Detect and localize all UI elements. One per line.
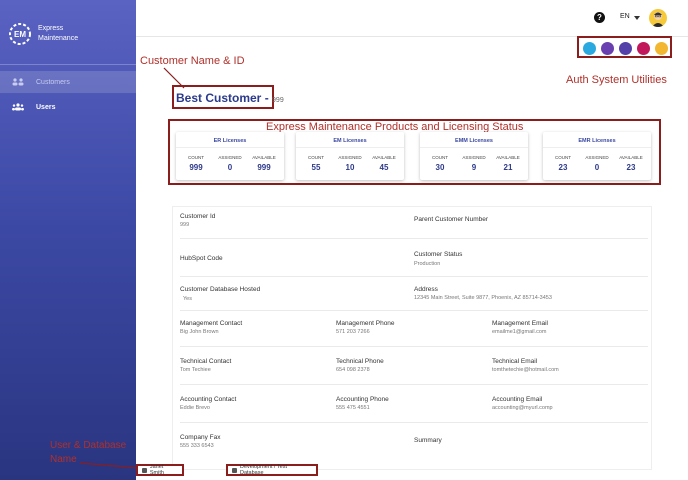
sidebar-item-label: Users (36, 103, 56, 111)
sidebar-item-label: Customers (36, 78, 70, 86)
row-divider (180, 384, 648, 385)
license-title: EMR Licenses (578, 138, 616, 144)
company-fax-label: Company Fax (180, 434, 221, 441)
technical-contact-value: Tom Techiee (180, 367, 211, 373)
current-user-chip: Janet Smith (136, 464, 184, 476)
license-available: AVAILABLE 23 (619, 155, 643, 172)
license-assigned: ASSIGNED 0 (218, 155, 242, 172)
parent-customer-label: Parent Customer Number (414, 216, 489, 223)
customer-title: Best Customer - 999 (176, 91, 284, 105)
management-phone-value: 571 203 7266 (336, 329, 370, 335)
technical-email-value: tomthetechie@hotmail.com (492, 367, 559, 373)
license-assigned: ASSIGNED 0 (585, 155, 609, 172)
sidebar-item-users[interactable]: Users (0, 96, 136, 118)
customers-icon (12, 78, 24, 86)
management-contact-label: Management Contact (180, 320, 243, 327)
users-utility-icon[interactable] (601, 42, 614, 55)
technical-phone-label: Technical Phone (336, 358, 384, 365)
management-email-label: Management Email (492, 320, 548, 327)
sidebar-divider (0, 64, 136, 65)
license-available: AVAILABLE 21 (496, 155, 520, 172)
language-selector[interactable]: EN (620, 13, 630, 20)
chevron-down-icon[interactable] (634, 16, 640, 20)
annotation-user-database-name: Name (50, 454, 77, 465)
express-maintenance-logo-icon: EM (9, 23, 31, 45)
accounting-phone-label: Accounting Phone (336, 396, 389, 403)
customer-status-value: Production (414, 261, 441, 267)
edit-utility-icon[interactable] (655, 42, 668, 55)
card-divider (176, 147, 284, 148)
license-count: COUNT 30 (432, 155, 448, 172)
license-assigned: ASSIGNED 9 (462, 155, 486, 172)
customer-name: Best Customer - (176, 91, 273, 105)
user-avatar-icon (652, 12, 664, 27)
customer-details-panel (172, 206, 652, 470)
license-card: EMM Licenses COUNT 30 ASSIGNED 9 AVAILABLE 21 (420, 132, 528, 180)
db-hosted-label: Customer Database Hosted (180, 286, 261, 293)
annotation-auth-utilities: Auth System Utilities (566, 74, 667, 86)
document-utility-icon[interactable] (583, 42, 596, 55)
management-email-value: emailme1@gmail.com (492, 329, 547, 335)
database-name: Development / Test Database (240, 464, 287, 476)
avatar[interactable] (649, 9, 667, 27)
sidebar: EM Express Maintenance Customers Users (0, 0, 136, 480)
row-divider (180, 422, 648, 423)
card-divider (420, 147, 528, 148)
current-user: Janet Smith (149, 464, 164, 476)
license-assigned: ASSIGNED 10 (338, 155, 362, 172)
svg-text:EM: EM (14, 30, 26, 39)
license-title: EM Licenses (333, 138, 367, 144)
row-divider (180, 276, 648, 277)
license-available: AVAILABLE 45 (372, 155, 396, 172)
license-count: COUNT 55 (308, 155, 324, 172)
card-divider (543, 147, 651, 148)
management-phone-label: Management Phone (336, 320, 395, 327)
license-count: COUNT 23 (555, 155, 571, 172)
database-chip: Development / Test Database (226, 464, 318, 476)
users-icon (12, 103, 24, 111)
technical-email-label: Technical Email (492, 358, 538, 365)
sidebar-item-customers[interactable]: Customers (0, 71, 136, 93)
management-contact-value: Big John Brown (180, 329, 219, 335)
address-value: 12345 Main Street, Suite 9877, Phoenix, … (414, 295, 552, 301)
technical-phone-value: 654 098 2378 (336, 367, 370, 373)
user-group-utility-icon[interactable] (619, 42, 632, 55)
database-icon (232, 467, 237, 473)
person-icon (142, 467, 147, 473)
customer-id: 999 (272, 97, 284, 104)
license-title: ER Licenses (213, 138, 247, 144)
row-divider (180, 238, 648, 239)
annotation-customer-name-id: Customer Name & ID (140, 55, 245, 67)
license-card: EM Licenses COUNT 55 ASSIGNED 10 AVAILABLE 45 (296, 132, 404, 180)
auth-utilities-box (577, 36, 672, 58)
accounting-phone-value: 555 475 4551 (336, 405, 370, 411)
card-divider (296, 147, 404, 148)
row-divider (180, 310, 648, 311)
hubspot-label: HubSpot Code (180, 255, 223, 262)
accounting-email-value: accounting@myurl.comp (492, 405, 553, 411)
row-divider (180, 346, 648, 347)
accounting-contact-label: Accounting Contact (180, 396, 237, 403)
address-label: Address (414, 286, 438, 293)
accounting-contact-value: Eddie Brevo (180, 405, 210, 411)
license-count: COUNT 999 (188, 155, 204, 172)
summary-label: Summary (414, 437, 442, 444)
annotation-user-database: User & Database (50, 440, 127, 451)
brand-name: Express Maintenance (38, 25, 79, 42)
license-available: AVAILABLE 999 (252, 155, 276, 172)
help-icon[interactable]: ? (594, 12, 605, 23)
license-card: ER Licenses COUNT 999 ASSIGNED 0 AVAILABLE 999 (176, 132, 284, 180)
license-title: EMM Licenses (455, 138, 493, 144)
db-hosted-value: Yes (183, 296, 192, 302)
admin-utility-icon[interactable] (637, 42, 650, 55)
accounting-email-label: Accounting Email (492, 396, 543, 403)
customer-status-label: Customer Status (414, 251, 463, 258)
customer-id-value: 999 (180, 222, 190, 228)
annotation-arrow (79, 462, 139, 469)
company-fax-value: 555 333 6543 (180, 443, 214, 449)
customer-id-label: Customer Id (180, 213, 216, 220)
license-card: EMR Licenses COUNT 23 ASSIGNED 0 AVAILABLE 23 (543, 132, 651, 180)
technical-contact-label: Technical Contact (180, 358, 232, 365)
